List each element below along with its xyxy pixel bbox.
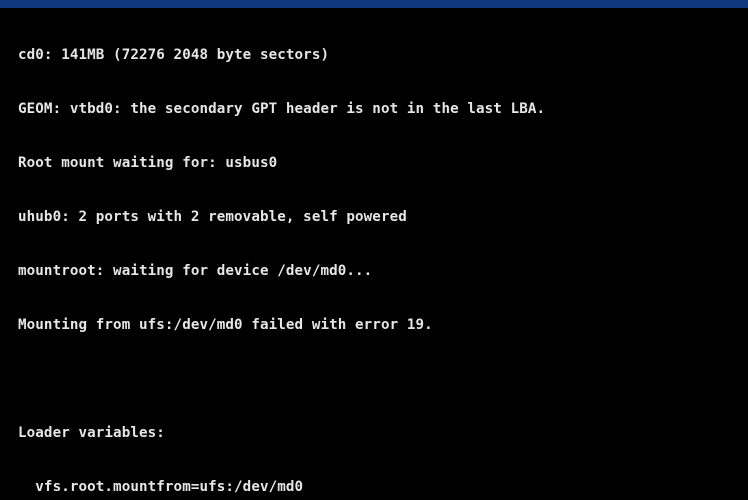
console-line: vfs.root.mountfrom=ufs:/dev/md0 [18, 479, 304, 495]
console-output: cd0: 141MB (72276 2048 byte sectors) GEO… [0, 8, 748, 500]
console-line: mountroot: waiting for device /dev/md0..… [18, 263, 373, 279]
console-line: GEOM: vtbd0: the secondary GPT header is… [18, 101, 546, 117]
console-line: Mounting from ufs:/dev/md0 failed with e… [18, 317, 433, 333]
console-line: cd0: 141MB (72276 2048 byte sectors) [18, 47, 330, 63]
console-line: uhub0: 2 ports with 2 removable, self po… [18, 209, 407, 225]
console-line: Root mount waiting for: usbus0 [18, 155, 278, 171]
console-line: Loader variables: [18, 425, 165, 441]
console-screen: cd0: 141MB (72276 2048 byte sectors) GEO… [0, 0, 748, 500]
window-title-bar [0, 0, 748, 8]
